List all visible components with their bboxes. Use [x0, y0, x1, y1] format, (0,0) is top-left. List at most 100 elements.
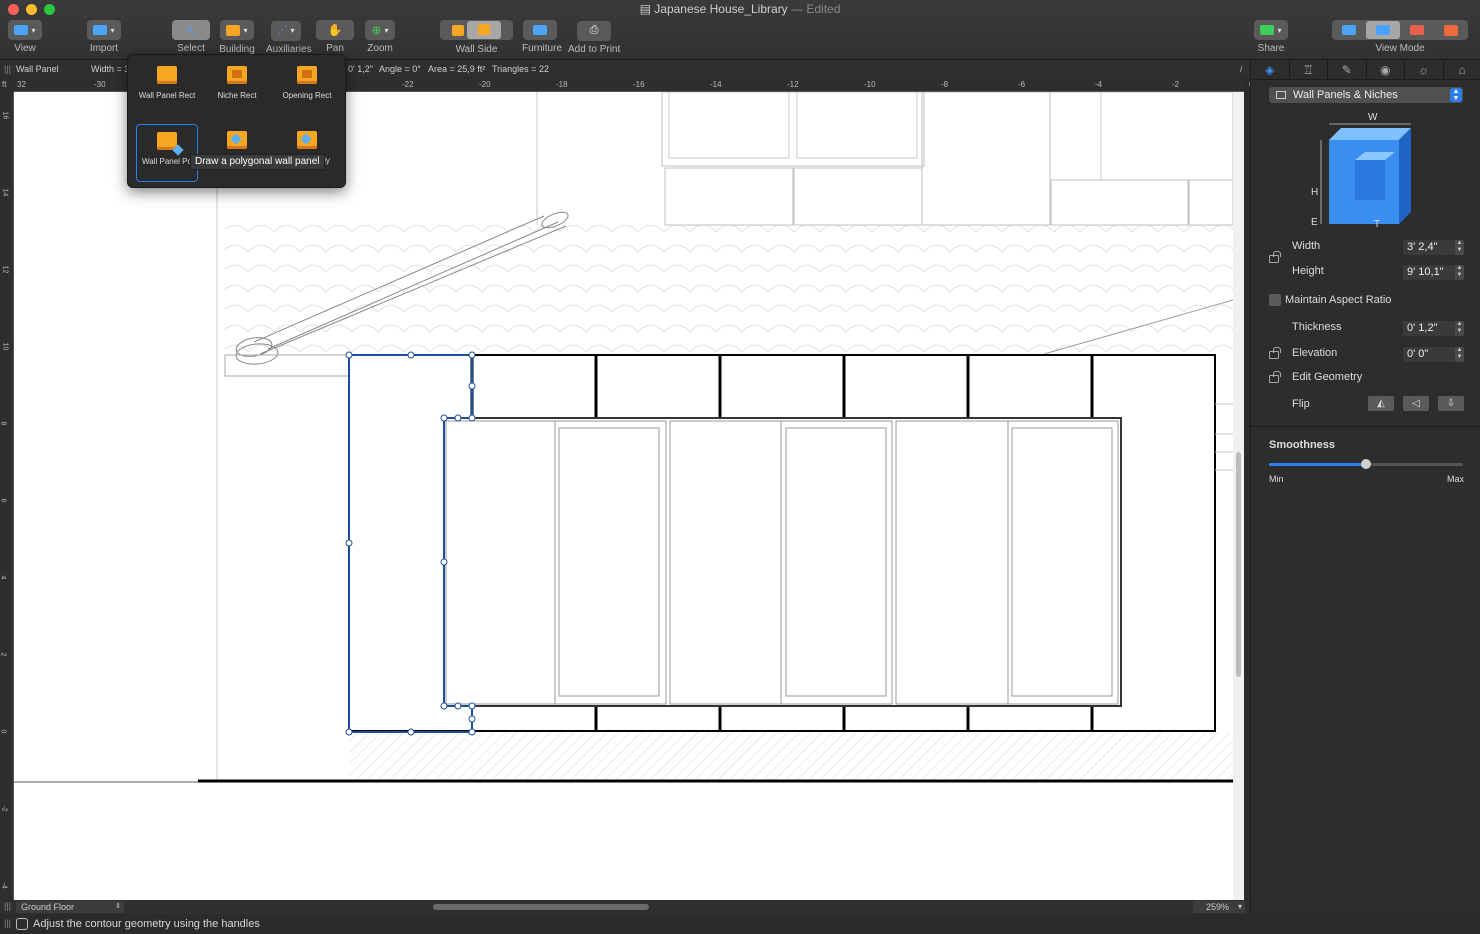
- width-label: Width: [1292, 240, 1321, 252]
- tab-furniture[interactable]: ♖: [1290, 60, 1328, 79]
- flip-horizontal-button[interactable]: ◭: [1368, 396, 1394, 411]
- pan-label: Pan: [326, 43, 344, 54]
- niche-rect-tool[interactable]: Niche Rect: [206, 66, 268, 100]
- ruler-left-tick-label: -4: [0, 882, 8, 889]
- height-label: Height: [1292, 265, 1324, 277]
- select-arrows-icon: ⇕: [115, 903, 121, 910]
- thickness-field[interactable]: 0' 1,2": [1403, 321, 1461, 336]
- chevron-down-icon: ▾: [384, 25, 389, 35]
- add-to-print-tool[interactable]: ⎙ Add to Print: [568, 20, 620, 55]
- drawing-canvas[interactable]: [14, 92, 1233, 900]
- wall-side-back-segment[interactable]: [467, 21, 501, 39]
- auxiliary-line-icon: ⋰: [277, 25, 288, 36]
- share-label: Share: [1257, 43, 1285, 54]
- view-mode-split[interactable]: [1366, 21, 1400, 39]
- smoothness-slider-knob[interactable]: [1361, 459, 1371, 469]
- height-stepper[interactable]: ▲ ▼: [1455, 265, 1464, 280]
- diagram-height-label: H: [1311, 187, 1318, 198]
- tab-building[interactable]: ◈: [1251, 60, 1290, 79]
- view-mode-render[interactable]: [1434, 21, 1468, 39]
- wall-side-button[interactable]: [440, 20, 513, 40]
- smoothness-max-label: Max: [1447, 474, 1465, 484]
- inspector-panel: ◈ ♖ ✎ ◉ ☼ ⌂ Wall Panels & Niches ▲ ▼ W H …: [1250, 60, 1480, 914]
- view-mode-segmented-control[interactable]: [1332, 20, 1468, 40]
- split-view-icon: [1376, 25, 1390, 35]
- category-select[interactable]: Wall Panels & Niches ▲ ▼: [1269, 87, 1463, 103]
- horizontal-scroll-thumb[interactable]: [433, 904, 649, 910]
- width-field[interactable]: 3' 2,4": [1403, 240, 1461, 255]
- vertical-ruler: 16 14 12 10 8 6 4 2 0 -2 -4: [0, 92, 14, 900]
- zoom-level-select[interactable]: 259% ▾: [1193, 901, 1245, 913]
- canvas-bottom-bar: ||| Ground Floor ⇕ 259% ▾: [0, 900, 1250, 914]
- lock-icon[interactable]: [1269, 251, 1281, 263]
- edit-geometry-label[interactable]: Edit Geometry: [1292, 371, 1362, 383]
- view-button[interactable]: ▾: [8, 20, 42, 40]
- zoom-in-icon: ⊕: [371, 23, 382, 37]
- flip-side-button[interactable]: ⇩: [1438, 396, 1464, 411]
- view-mode-plan[interactable]: [1332, 21, 1366, 39]
- view-mode-tool[interactable]: View Mode: [1332, 20, 1468, 54]
- thickness-label: Thickness: [1292, 321, 1342, 333]
- info-width: Width = 3: [91, 64, 130, 74]
- tab-storey[interactable]: ⌂: [1444, 60, 1480, 79]
- edited-indicator: — Edited: [791, 2, 841, 16]
- select-button[interactable]: ↖: [172, 20, 210, 40]
- width-stepper[interactable]: ▲ ▼: [1455, 240, 1464, 255]
- view-mode-3d[interactable]: [1400, 21, 1434, 39]
- info-angle: Angle = 0°: [379, 64, 421, 74]
- import-tool[interactable]: ▾ Import: [84, 20, 124, 54]
- share-tool[interactable]: ▾ Share: [1252, 20, 1290, 54]
- building-tool[interactable]: ▾ Building: [218, 20, 256, 55]
- wall-panel-poly-tool[interactable]: Wall Panel Po: [136, 124, 198, 182]
- add-to-print-button[interactable]: ⎙: [577, 20, 611, 41]
- auxiliaries-tool[interactable]: ⋰ ▾ Auxiliaries: [266, 20, 312, 55]
- wall-side-tool[interactable]: Wall Side: [440, 20, 513, 55]
- building-button[interactable]: ▾: [220, 20, 254, 40]
- furniture-tool[interactable]: Furniture: [522, 20, 562, 54]
- elevation-lock-icon[interactable]: [1269, 347, 1281, 359]
- tab-material[interactable]: ✎: [1328, 60, 1367, 79]
- flip-vertical-button[interactable]: ◁: [1403, 396, 1429, 411]
- niche-poly-tool[interactable]: [206, 131, 268, 156]
- toolbar: ▤ Japanese House_Library — Edited ▾ View…: [0, 0, 1480, 60]
- contour-handles[interactable]: [345, 351, 476, 736]
- opening-rect-tool[interactable]: Opening Rect: [276, 66, 338, 100]
- inspector-tabs: ◈ ♖ ✎ ◉ ☼ ⌂: [1251, 60, 1480, 80]
- elevation-field[interactable]: 0' 0": [1403, 347, 1461, 362]
- status-message: Adjust the contour geometry using the ha…: [33, 918, 260, 930]
- info-icon[interactable]: i: [1240, 64, 1242, 74]
- height-field[interactable]: 9' 10,1": [1403, 265, 1461, 280]
- tab-light[interactable]: ☼: [1405, 60, 1444, 79]
- selected-wall-panel[interactable]: [348, 354, 473, 733]
- import-icon: [93, 25, 108, 35]
- ruler-left-tick-label: 12: [1, 265, 9, 274]
- thickness-stepper[interactable]: ▲ ▼: [1455, 321, 1464, 336]
- wall-panel-rect-icon: [157, 66, 177, 84]
- wall-side-label: Wall Side: [455, 43, 498, 55]
- furniture-button[interactable]: [523, 20, 557, 40]
- select-tool[interactable]: ↖ Select: [172, 20, 210, 54]
- maintain-aspect-checkbox[interactable]: [1269, 294, 1281, 306]
- tab-camera[interactable]: ◉: [1367, 60, 1405, 79]
- floor-select[interactable]: Ground Floor ⇕: [16, 901, 124, 913]
- edit-geometry-lock-icon[interactable]: [1269, 371, 1281, 383]
- wall-panel-rect-tool[interactable]: Wall Panel Rect: [136, 66, 198, 100]
- smoothness-label: Smoothness: [1269, 439, 1336, 451]
- vertical-scrollbar[interactable]: [1233, 92, 1244, 900]
- furniture-icon: [533, 25, 547, 35]
- pan-tool[interactable]: ✋ Pan: [316, 20, 354, 54]
- vertical-scroll-thumb[interactable]: [1236, 452, 1241, 677]
- zoom-button[interactable]: ⊕ ▾: [365, 20, 395, 40]
- import-button[interactable]: ▾: [87, 20, 121, 40]
- zoom-tool[interactable]: ⊕ ▾ Zoom: [361, 20, 399, 54]
- share-button[interactable]: ▾: [1254, 20, 1288, 40]
- auxiliaries-button[interactable]: ⋰ ▾: [271, 20, 301, 41]
- niche-poly-icon: [227, 131, 247, 149]
- ruler-top-tick-label: -20: [479, 80, 491, 89]
- pan-button[interactable]: ✋: [316, 20, 354, 40]
- elevation-stepper[interactable]: ▲ ▼: [1455, 347, 1464, 362]
- upper-window-pane: [668, 92, 790, 159]
- ruler-left-tick-label: 0: [0, 729, 7, 734]
- shoji-panels: [445, 420, 1119, 705]
- view-tool[interactable]: ▾ View: [6, 20, 44, 54]
